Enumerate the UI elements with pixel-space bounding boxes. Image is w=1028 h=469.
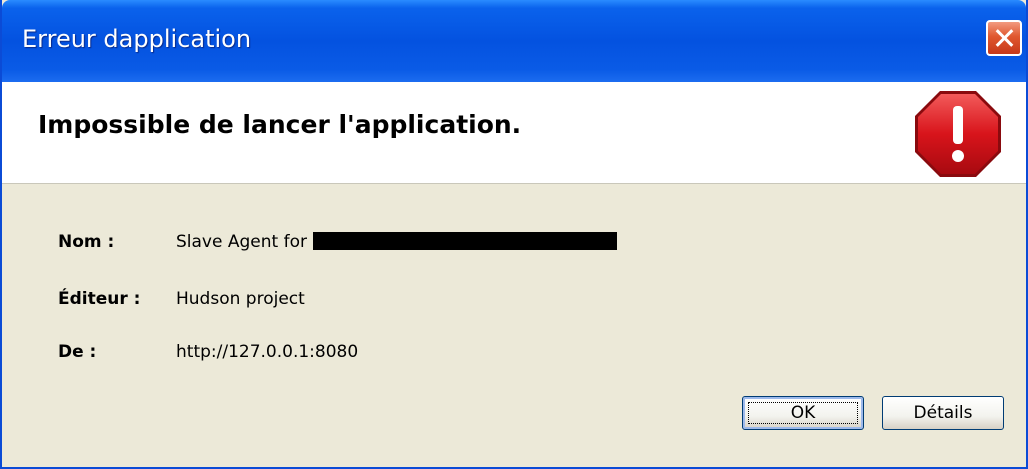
- error-stop-icon: [915, 91, 1001, 177]
- header-panel: Impossible de lancer l'application.: [2, 82, 1026, 184]
- from-label: De :: [58, 342, 97, 362]
- publisher-value: Hudson project: [176, 289, 305, 309]
- error-heading: Impossible de lancer l'application.: [38, 110, 522, 139]
- redaction-bar: [312, 232, 617, 250]
- focus-rect: [748, 402, 858, 424]
- name-label: Nom :: [58, 232, 115, 252]
- from-value: http://127.0.0.1:8080: [176, 342, 359, 362]
- publisher-label: Éditeur :: [58, 289, 141, 309]
- ok-button[interactable]: OK: [742, 396, 864, 430]
- error-dialog-window: Erreur dapplication Impossible de lancer…: [0, 0, 1028, 469]
- name-value-text: Slave Agent for: [176, 232, 307, 252]
- title-bar[interactable]: Erreur dapplication: [2, 0, 1026, 82]
- details-button[interactable]: Détails: [882, 396, 1004, 430]
- details-button-label: Détails: [913, 403, 973, 423]
- close-icon[interactable]: [986, 20, 1022, 56]
- name-value: Slave Agent for: [176, 232, 617, 252]
- window-title: Erreur dapplication: [22, 25, 252, 53]
- dialog-content: Nom : Slave Agent for Éditeur : Hudson p…: [2, 184, 1026, 467]
